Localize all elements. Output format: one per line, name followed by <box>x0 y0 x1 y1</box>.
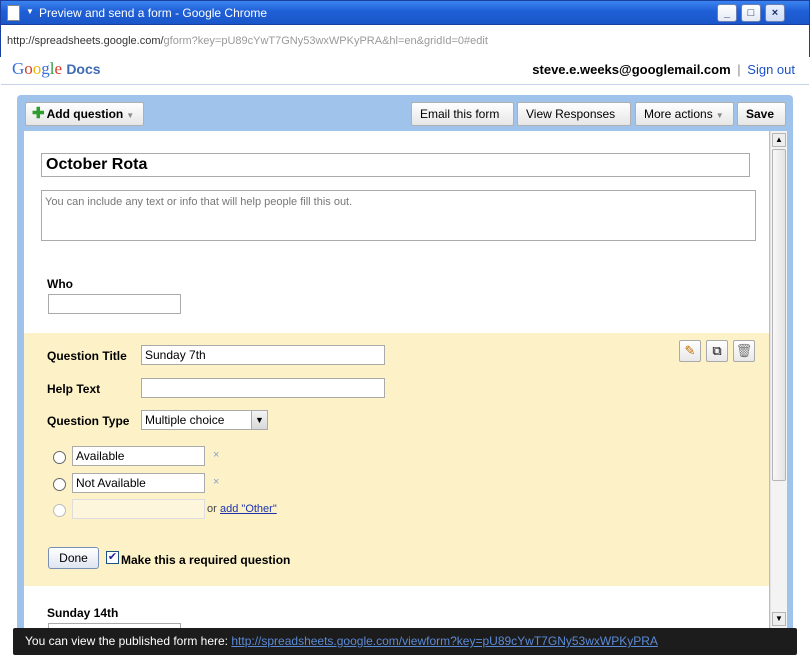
question-type-label: Question Type <box>47 414 130 428</box>
status-bar: You can view the published form here: ht… <box>13 628 797 655</box>
form-editor: October Rota You can include any text or… <box>24 131 769 628</box>
option-radio <box>53 504 66 517</box>
google-docs-logo[interactable]: Google Docs <box>12 59 101 79</box>
dropdown-arrow-icon: ▼ <box>126 111 135 120</box>
email-form-button[interactable]: Email this form <box>411 102 514 126</box>
form-toolbar: ✚ Add question ▼ Email this form View Resp… <box>17 95 793 131</box>
user-email: steve.e.weeks@googlemail.com <box>532 62 731 77</box>
dropdown-arrow-icon: ▼ <box>715 111 724 120</box>
add-question-button[interactable]: ✚ Add question ▼ <box>25 102 144 126</box>
scroll-up-arrow-icon[interactable]: ▲ <box>772 133 786 147</box>
help-text-label: Help Text <box>47 382 101 396</box>
done-button[interactable]: Done <box>48 547 99 569</box>
option-input[interactable]: Not Available <box>72 473 205 493</box>
logo-docs: Docs <box>66 61 101 77</box>
plus-icon: ✚ <box>32 105 45 122</box>
remove-option-icon[interactable]: × <box>213 476 219 488</box>
user-area: steve.e.weeks@googlemail.com | Sign out <box>532 62 795 77</box>
separator: | <box>737 62 741 77</box>
delete-trash-icon[interactable]: 🗑 <box>733 340 755 362</box>
save-button[interactable]: Save <box>737 102 786 126</box>
url-host: http://spreadsheets.google.com/ <box>7 35 164 47</box>
window-title-bar: ▼ Preview and send a form - Google Chrom… <box>0 0 810 25</box>
chevron-down-icon[interactable]: ▼ <box>26 7 34 16</box>
duplicate-icon[interactable]: ⧉ <box>706 340 728 362</box>
sign-out-link[interactable]: Sign out <box>747 62 795 77</box>
maximize-button[interactable]: □ <box>741 4 761 22</box>
required-label: Make this a required question <box>121 553 291 567</box>
required-checkbox[interactable]: ✔ <box>106 551 119 564</box>
question-title: Who <box>47 277 73 291</box>
published-form-link[interactable]: http://spreadsheets.google.com/viewform?… <box>231 634 658 648</box>
more-actions-label: More actions <box>644 107 713 121</box>
new-option-input[interactable] <box>72 499 205 519</box>
minimize-button[interactable]: _ <box>717 4 737 22</box>
view-responses-button[interactable]: View Responses <box>517 102 631 126</box>
option-radio <box>53 478 66 491</box>
question-type-value: Multiple choice <box>145 413 225 427</box>
or-text: or <box>207 503 217 515</box>
question-title-input[interactable]: Sunday 7th <box>141 345 385 365</box>
docs-header: Google Docs steve.e.weeks@googlemail.com… <box>1 57 809 85</box>
page-icon <box>7 5 20 21</box>
help-text-input[interactable] <box>141 378 385 398</box>
form-editor-frame: October Rota You can include any text or… <box>17 131 793 628</box>
add-other-link[interactable]: add "Other" <box>220 503 277 515</box>
scroll-thumb[interactable] <box>772 149 786 481</box>
option-input[interactable]: Available <box>72 446 205 466</box>
remove-option-icon[interactable]: × <box>213 449 219 461</box>
address-bar[interactable]: http://spreadsheets.google.com/gform?key… <box>0 25 810 57</box>
question-title-label: Question Title <box>47 349 127 363</box>
url-path: gform?key=pU89cYwT7GNy53wxWPKyPRA&hl=en&… <box>163 35 488 47</box>
scroll-down-arrow-icon[interactable]: ▼ <box>772 612 786 626</box>
form-title-input[interactable]: October Rota <box>41 153 750 177</box>
logo-google: Google <box>12 59 63 78</box>
question-title: Sunday 14th <box>47 606 119 620</box>
chevron-down-icon[interactable]: ▼ <box>251 411 267 429</box>
who-answer-input[interactable] <box>48 294 181 314</box>
more-actions-button[interactable]: More actions ▼ <box>635 102 734 126</box>
window-title: Preview and send a form - Google Chrome <box>39 6 268 20</box>
form-description-input[interactable]: You can include any text or info that wi… <box>41 190 756 241</box>
status-prefix: You can view the published form here: <box>25 634 229 648</box>
edit-pencil-icon[interactable]: ✎ <box>679 340 701 362</box>
close-button[interactable]: × <box>765 4 785 22</box>
add-question-label: Add question <box>46 107 124 121</box>
question-type-select[interactable]: Multiple choice ▼ <box>141 410 268 430</box>
option-radio <box>53 451 66 464</box>
question-editor: ✎ ⧉ 🗑 Question Title Sunday 7th Help Tex… <box>24 333 769 586</box>
scrollbar[interactable]: ▲ ▼ <box>770 131 787 628</box>
url-text[interactable]: http://spreadsheets.google.com/gform?key… <box>7 35 488 47</box>
